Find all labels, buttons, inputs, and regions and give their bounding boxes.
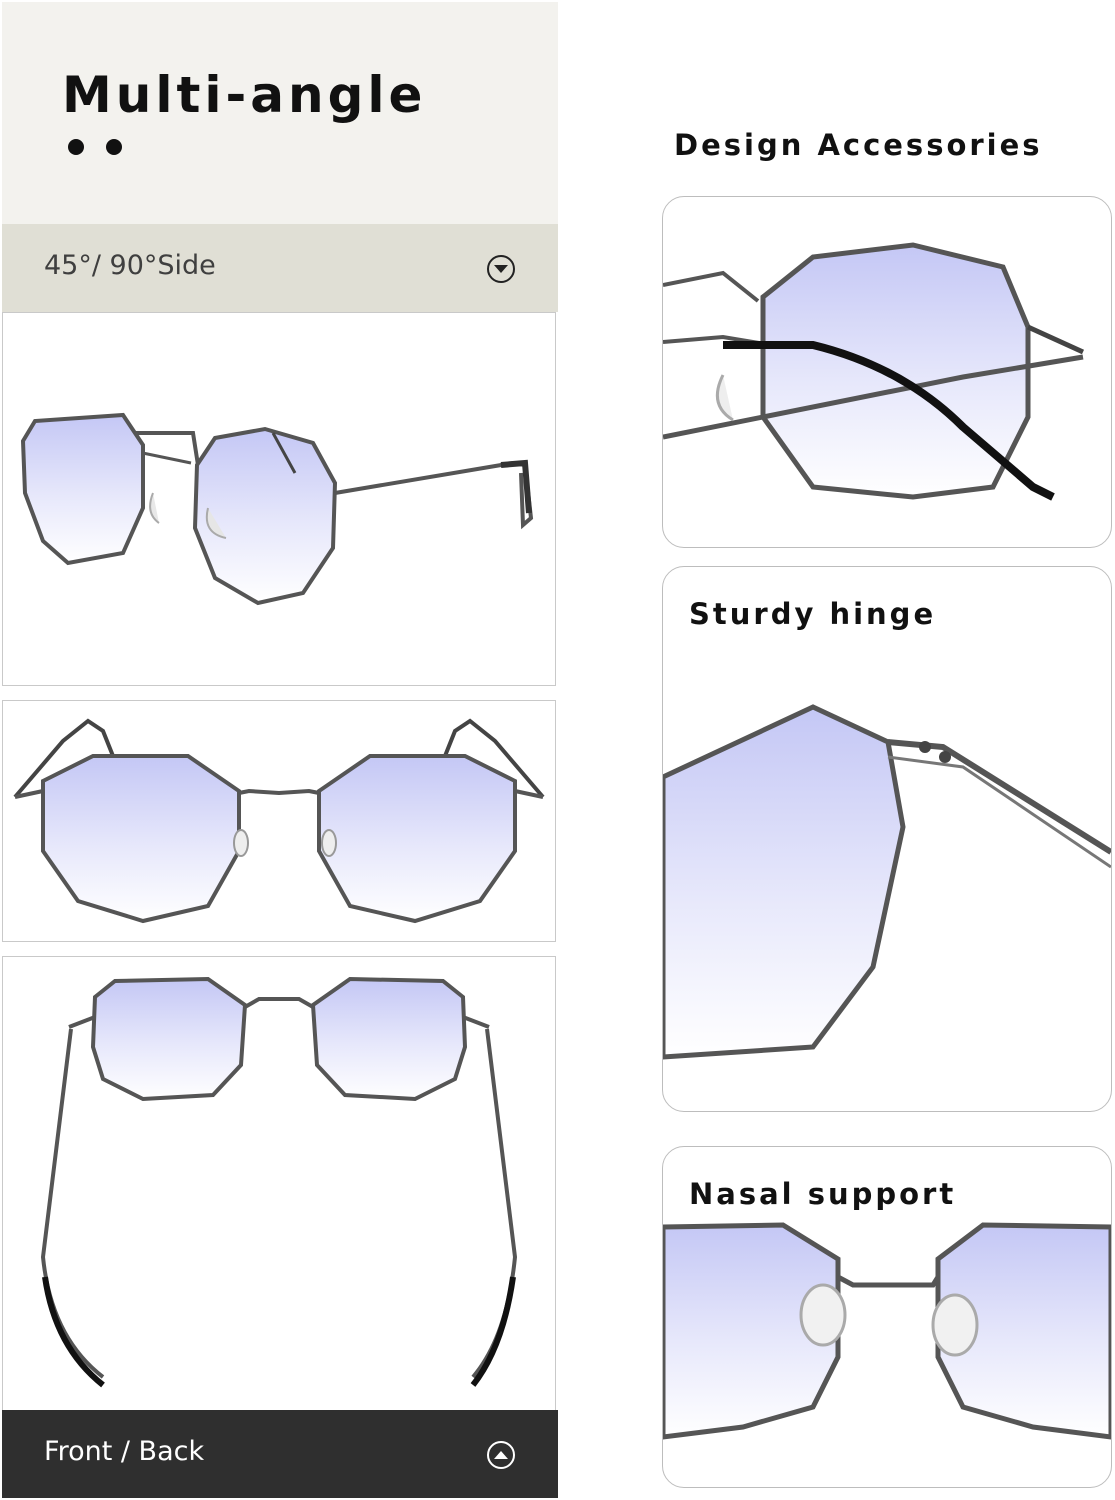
glasses-top-image	[40, 976, 518, 1388]
hinge-detail-image	[663, 704, 1111, 1060]
page-title: Multi-angle	[62, 66, 427, 124]
temple-detail-image	[663, 242, 1085, 501]
decorative-dot	[106, 139, 122, 155]
glasses-angle-image	[20, 412, 534, 606]
glasses-front-view-panel	[2, 700, 556, 942]
chevron-up-circle-icon[interactable]	[486, 1440, 516, 1470]
hinge-card: Sturdy hinge	[662, 566, 1112, 1112]
front-back-section-label: Front / Back	[44, 1436, 205, 1467]
nasal-support-card: Nasal support	[662, 1146, 1112, 1488]
design-accessories-title: Design Accessories	[674, 128, 1043, 162]
accessories-card	[662, 196, 1112, 548]
glasses-top-view-panel	[2, 956, 556, 1412]
angle-section-label: 45°/ 90°Side	[44, 250, 216, 281]
glasses-angle-view-panel	[2, 312, 556, 686]
decorative-dot	[68, 139, 84, 155]
chevron-down-circle-icon[interactable]	[486, 254, 516, 284]
card-title-nasal: Nasal support	[689, 1177, 957, 1211]
glasses-front-image	[13, 718, 545, 924]
card-title-hinge: Sturdy hinge	[689, 597, 937, 631]
